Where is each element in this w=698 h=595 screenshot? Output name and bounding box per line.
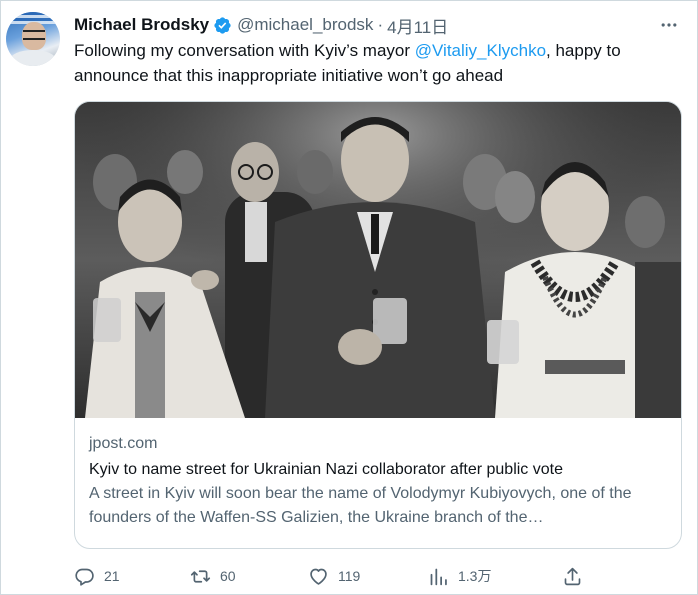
author-avatar[interactable] bbox=[6, 12, 60, 66]
author-name[interactable]: Michael Brodsky bbox=[74, 15, 209, 35]
share-icon bbox=[564, 567, 581, 585]
avatar-glasses bbox=[23, 30, 45, 40]
author-handle[interactable]: @michael_brodsk bbox=[237, 15, 373, 35]
tweet-date[interactable]: 4月11日 bbox=[387, 13, 448, 38]
more-dots-icon[interactable] bbox=[658, 14, 680, 36]
card-photo bbox=[75, 102, 681, 418]
like-count: 119 bbox=[338, 568, 361, 584]
tweet-header: Michael Brodsky @michael_brodsk · 4月11日 bbox=[74, 13, 668, 38]
reply-button[interactable]: 21 bbox=[74, 562, 120, 590]
card-meta: jpost.com Kyiv to name street for Ukrain… bbox=[89, 432, 667, 530]
heart-icon bbox=[310, 568, 327, 585]
verified-badge-icon bbox=[214, 16, 231, 34]
retweet-button[interactable]: 60 bbox=[190, 562, 236, 590]
share-button[interactable] bbox=[562, 562, 583, 590]
reply-count: 21 bbox=[104, 568, 120, 584]
views-count: 1.3万 bbox=[458, 568, 492, 584]
link-preview-card[interactable]: jpost.com Kyiv to name street for Ukrain… bbox=[74, 101, 682, 549]
mention-link[interactable]: @Vitaliy_Klychko bbox=[415, 41, 546, 60]
retweet-icon bbox=[190, 569, 211, 583]
views-button[interactable]: 1.3万 bbox=[428, 562, 491, 590]
avatar-shirt bbox=[10, 50, 56, 66]
action-bar: 21 60 119 1.3万 bbox=[74, 562, 614, 590]
tweet-text: Following my conversation with Kyiv’s ma… bbox=[74, 38, 674, 88]
card-title[interactable]: Kyiv to name street for Ukrainian Nazi c… bbox=[89, 458, 667, 482]
header-separator: · bbox=[377, 15, 384, 34]
tweet-text-before: Following my conversation with Kyiv’s ma… bbox=[74, 41, 415, 60]
views-bar-chart-icon bbox=[430, 568, 447, 585]
retweet-count: 60 bbox=[220, 568, 236, 584]
like-button[interactable]: 119 bbox=[308, 562, 360, 590]
reply-icon bbox=[75, 568, 94, 586]
card-domain: jpost.com bbox=[89, 435, 158, 452]
card-description: A street in Kyiv will soon bear the name… bbox=[89, 485, 632, 526]
